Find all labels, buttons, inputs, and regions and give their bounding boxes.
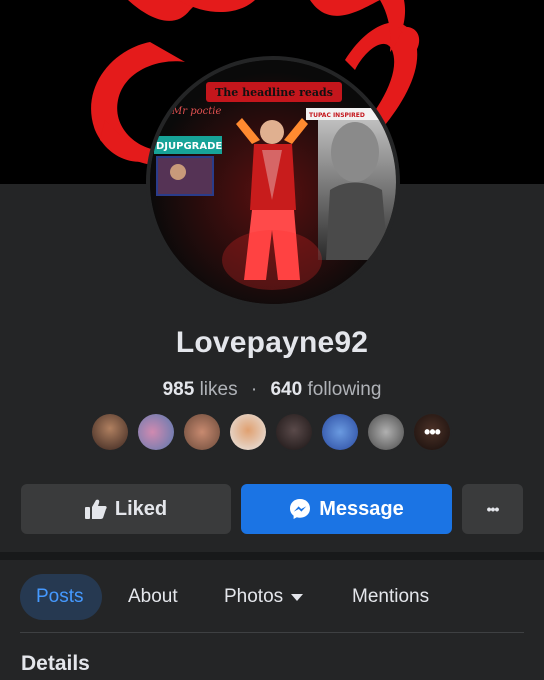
section-divider: [0, 552, 544, 560]
tab-about[interactable]: About: [128, 574, 178, 620]
friend-avatar[interactable]: [90, 412, 130, 452]
friend-avatar[interactable]: [182, 412, 222, 452]
friend-avatar-more[interactable]: •••: [412, 412, 452, 452]
more-options-icon: •••: [486, 501, 500, 517]
profile-picture-art: The headline reads Mr poctie TUPAC INSPI…: [150, 60, 396, 304]
more-options-button[interactable]: •••: [462, 484, 523, 534]
headline-banner-text: The headline reads: [215, 86, 333, 99]
stats-separator: ·: [250, 379, 258, 400]
message-button[interactable]: Message: [241, 484, 452, 534]
profile-stats: 985 likes · 640 following: [0, 379, 544, 401]
mutual-friends-row: •••: [90, 412, 454, 454]
friend-avatar[interactable]: [136, 412, 176, 452]
friend-avatar[interactable]: [320, 412, 360, 452]
tab-photos-label: Photos: [224, 586, 284, 607]
message-button-label: Message: [319, 497, 404, 520]
tabs-divider: [20, 632, 524, 633]
script-text: Mr poctie: [171, 106, 221, 117]
profile-tabs: Posts About Photos Mentions: [0, 574, 544, 622]
likes-count[interactable]: 985: [163, 379, 195, 400]
following-count[interactable]: 640: [270, 379, 302, 400]
details-heading: Details: [21, 652, 90, 675]
messenger-icon: [289, 498, 311, 520]
right-badge-text: TUPAC INSPIRED: [309, 112, 365, 119]
likes-label[interactable]: likes: [200, 379, 238, 400]
following-label[interactable]: following: [307, 379, 381, 400]
left-badge-text: DJUPGRADE: [156, 141, 222, 152]
liked-button-label: Liked: [114, 497, 168, 520]
tab-mentions-label: Mentions: [352, 586, 430, 607]
page-title: Lovepayne92: [175, 326, 369, 359]
tab-about-label: About: [128, 586, 178, 607]
tab-mentions[interactable]: Mentions: [352, 574, 429, 620]
liked-button[interactable]: Liked: [21, 484, 231, 534]
tab-posts-label: Posts: [36, 586, 84, 607]
friend-avatar[interactable]: [274, 412, 314, 452]
friend-avatar[interactable]: [228, 412, 268, 452]
tab-photos[interactable]: Photos: [224, 574, 304, 620]
tab-posts[interactable]: Posts: [20, 574, 102, 620]
more-dots-icon: •••: [414, 414, 450, 450]
profile-picture[interactable]: The headline reads Mr poctie TUPAC INSPI…: [150, 60, 396, 304]
friend-avatar[interactable]: [366, 412, 406, 452]
thumbs-up-icon: [84, 499, 107, 519]
caret-down-icon: [291, 593, 304, 601]
